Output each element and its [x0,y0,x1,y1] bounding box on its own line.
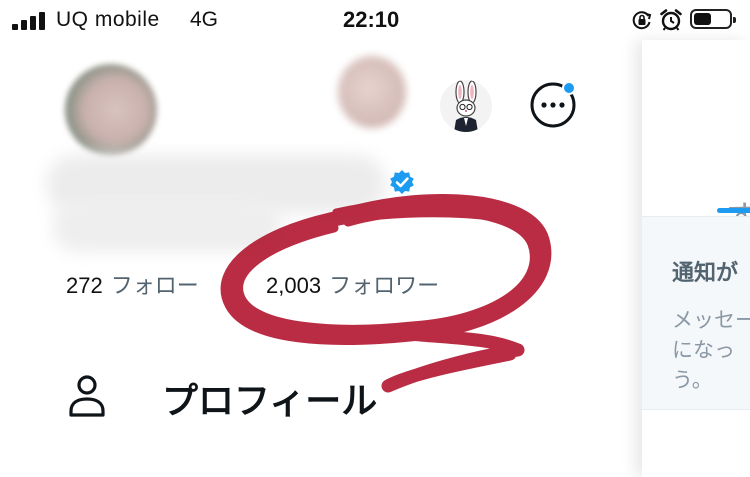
notice-line: メッセー [672,308,750,332]
account-avatar[interactable] [338,56,406,128]
profile-avatar[interactable] [65,64,157,156]
notification-dot [562,81,576,95]
notice-body: メッセー になっ う。 [672,305,750,395]
tab-indicator [717,208,750,213]
menu-item-profile-label: プロフィール [162,381,378,422]
status-bar: UQ mobile 4G 22:10 [0,0,750,40]
followers-label: フォロワー [329,273,440,298]
battery-icon [690,9,736,29]
following-count: 272 [66,273,103,298]
signal-icon [12,12,48,30]
network-type: 4G [190,8,219,31]
notification-notice: 通知が メッセー になっ う。 [642,216,750,410]
carrier-name: UQ mobile [56,8,160,31]
orientation-lock-icon [632,11,652,30]
notice-line: になっ [672,338,735,362]
followers-count: 2,003 [266,273,322,298]
more-options-icon[interactable] [530,80,578,128]
following-label: フォロー [110,273,199,298]
status-time: 22:10 [343,7,400,32]
menu-item-profile[interactable]: プロフィール [60,360,440,430]
alarm-icon [660,9,682,31]
username-redacted [52,200,282,252]
verified-badge-icon [390,170,414,194]
followers-stat[interactable]: 2,003 フォロワー [266,268,439,300]
following-stat[interactable]: 272 フォロー [66,268,199,300]
notice-title: 通知が [672,261,739,286]
notice-line: う。 [672,368,713,392]
battery-level [694,13,711,25]
underlying-screen-panel[interactable]: す 通知が メッセー になっ う。 [642,40,750,477]
screen: UQ mobile 4G 22:10 272 フォロー 2,003 フォロワー … [0,0,750,477]
bunny-avatar-icon[interactable] [440,80,492,132]
person-icon [69,375,105,417]
